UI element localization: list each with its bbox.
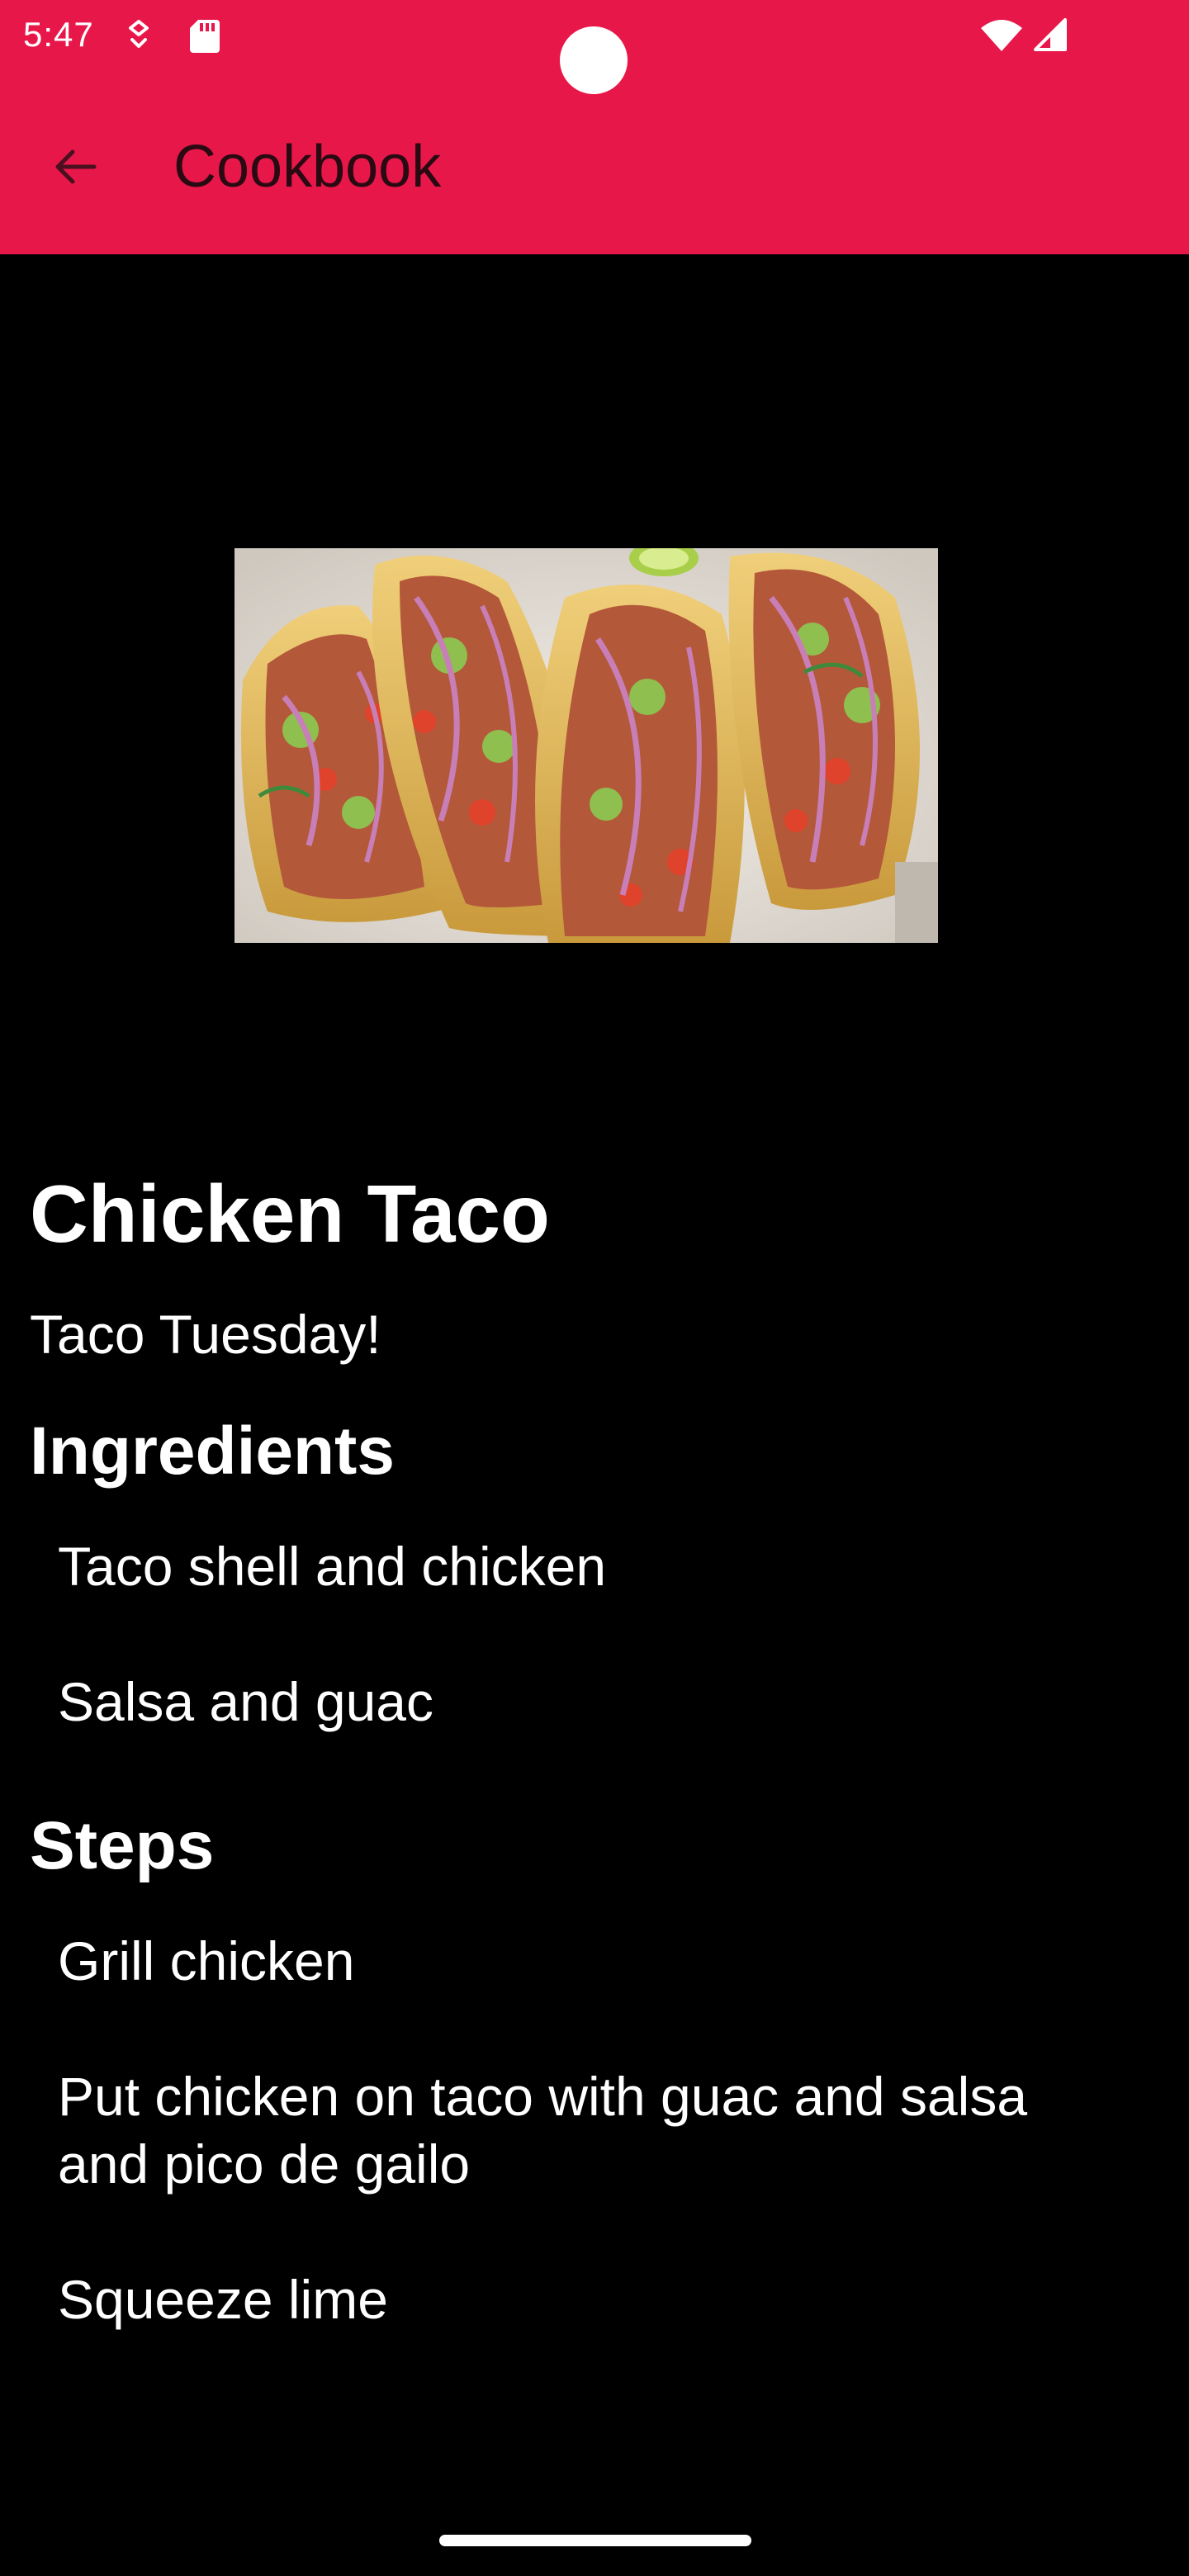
cell-signal-icon — [1034, 18, 1067, 51]
recipe-title: Chicken Taco — [30, 1168, 550, 1259]
ingredient-item: Salsa and guac — [58, 1671, 434, 1732]
app-bar: Cookbook — [0, 69, 1189, 254]
arrow-back-icon — [55, 149, 97, 184]
step-item: Squeeze lime — [58, 2269, 388, 2330]
ingredients-heading: Ingredients — [30, 1413, 395, 1489]
steps-heading: Steps — [30, 1808, 215, 1883]
recipe-subtitle: Taco Tuesday! — [30, 1304, 381, 1365]
ingredient-item: Taco shell and chicken — [58, 1536, 607, 1597]
location-pin-icon — [129, 20, 149, 48]
step-item: Grill chicken — [58, 1930, 355, 1991]
status-time: 5:47 — [23, 15, 94, 54]
wifi-icon — [981, 20, 1022, 51]
screen: 5:47 Cookbook Chicken Taco Taco Tuesday!… — [0, 0, 1189, 2576]
taco-3 — [535, 585, 745, 943]
gesture-nav-handle[interactable] — [439, 2535, 751, 2546]
recipe-photo — [234, 548, 938, 943]
back-button[interactable] — [36, 127, 116, 206]
sd-card-icon — [190, 20, 220, 53]
top-bar: 5:47 Cookbook — [0, 0, 1189, 254]
step-item: Put chicken on taco with guac and salsa … — [58, 2066, 1028, 2195]
status-bar: 5:47 — [0, 0, 1189, 94]
app-title: Cookbook — [173, 134, 442, 200]
